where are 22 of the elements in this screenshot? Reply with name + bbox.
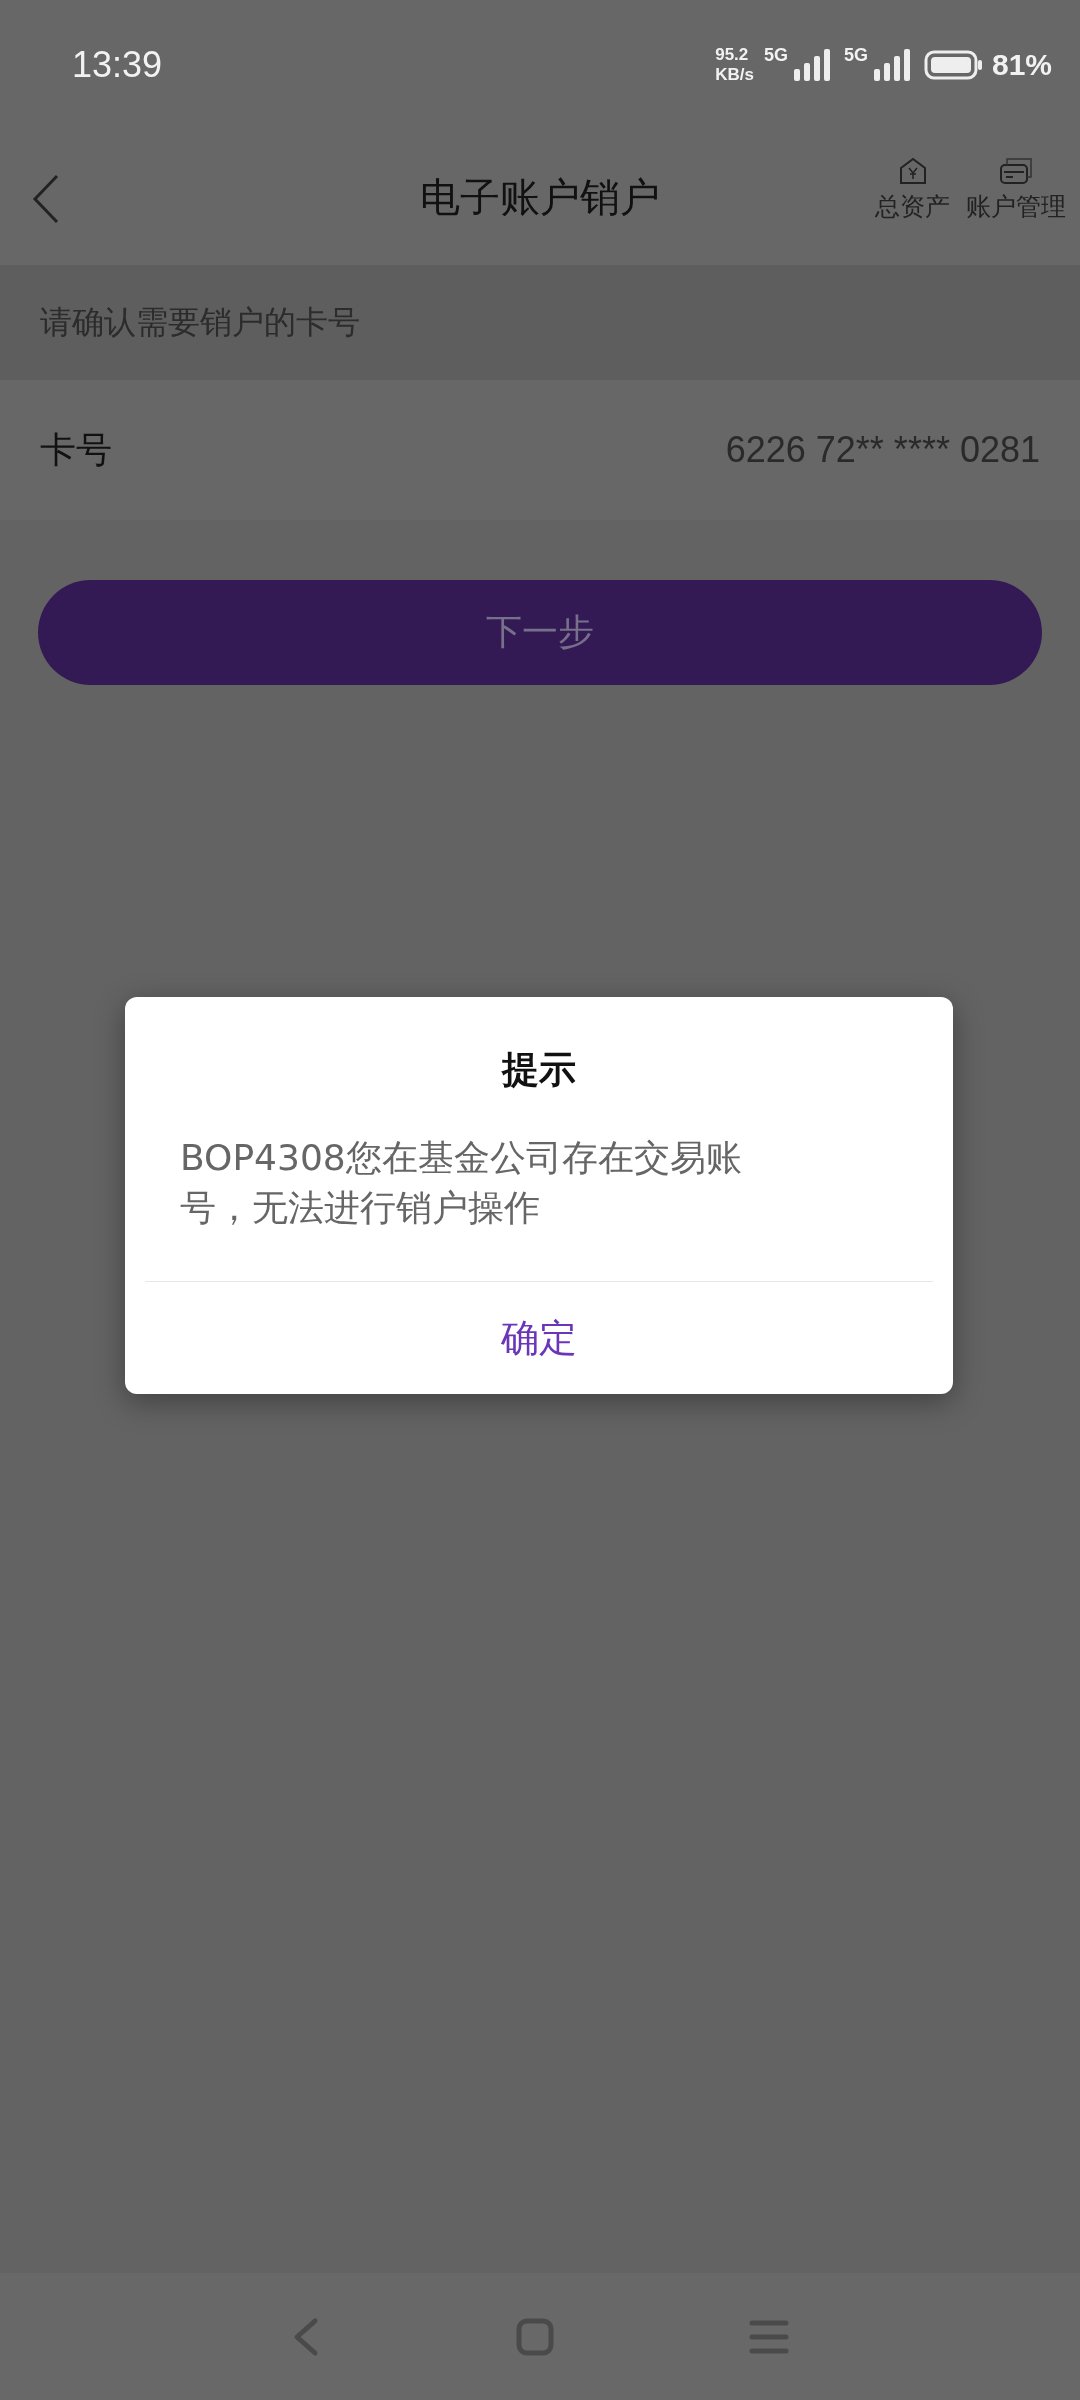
dialog-title: 提示 — [500, 1047, 577, 1093]
header-action-button[interactable]: 总资产 — [875, 156, 950, 223]
back-icon[interactable] — [32, 174, 60, 224]
header-action-button[interactable]: 账户管理 — [966, 156, 1066, 223]
card-number-label: 卡号 — [40, 427, 112, 472]
network-speed-unit: KB/s — [715, 65, 754, 85]
menu-icon[interactable] — [749, 2318, 789, 2355]
signal-icon — [793, 49, 830, 81]
signal-icon — [873, 49, 910, 81]
card-number-value: 6226 72** **** 0281 — [725, 429, 1040, 471]
page-title: 电子账户销户 — [420, 173, 660, 222]
house-icon — [897, 156, 928, 186]
dialog-message: BOP4308您在基金公司存在交易账号，无法进行销户操作 — [180, 1136, 743, 1230]
network-type: 5G — [843, 45, 868, 66]
network-type: 5G — [763, 45, 788, 66]
network-speed-value: 95.2 — [715, 45, 750, 65]
status-time: 13:39 — [72, 44, 163, 86]
home-icon[interactable] — [516, 2317, 554, 2356]
confirm-button[interactable]: 确定 — [125, 1282, 953, 1394]
card-icon — [999, 156, 1033, 186]
battery-icon — [923, 50, 982, 80]
battery-percent: 81% — [991, 48, 1052, 82]
